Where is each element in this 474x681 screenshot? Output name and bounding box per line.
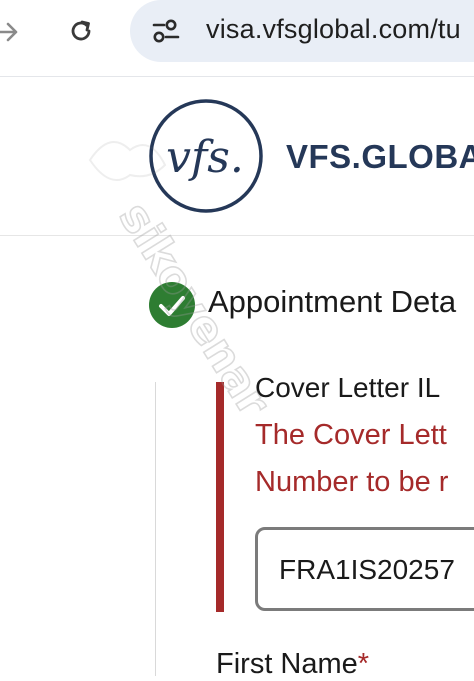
- check-circle-icon: [149, 282, 195, 328]
- site-settings-icon[interactable]: [150, 16, 182, 46]
- error-message-line-1: The Cover Lett: [255, 419, 447, 451]
- cover-letter-input-value[interactable]: FRA1IS20257: [279, 554, 455, 586]
- logo-text: vfs.: [166, 132, 244, 183]
- first-name-label: First Name*: [216, 648, 370, 680]
- required-asterisk: *: [357, 648, 370, 680]
- cover-letter-label: Cover Letter IL: [255, 372, 441, 403]
- error-indicator-bar: [216, 382, 224, 612]
- browser-toolbar: visa.vfsglobal.com/tu: [0, 0, 474, 77]
- reload-icon[interactable]: [66, 16, 96, 46]
- url-text[interactable]: visa.vfsglobal.com/tu: [206, 14, 461, 45]
- vfs-logo[interactable]: vfs.: [147, 98, 267, 218]
- content-divider: [155, 382, 156, 676]
- step-title: Appointment Deta: [208, 284, 457, 319]
- brand-name: VFS.GLOBA: [286, 138, 474, 175]
- error-message-line-2: Number to be r: [255, 466, 449, 498]
- forward-arrow-icon[interactable]: [0, 18, 22, 46]
